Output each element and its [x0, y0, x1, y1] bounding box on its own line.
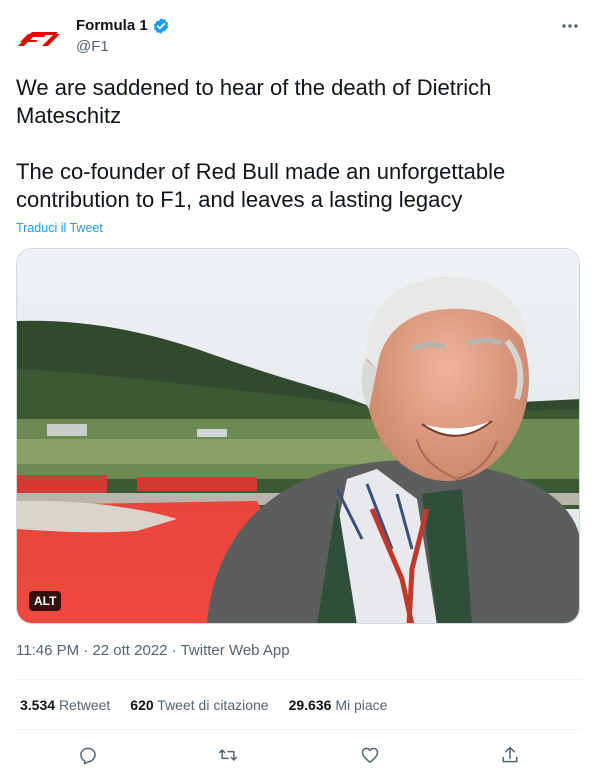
translate-link[interactable]: Traduci il Tweet — [16, 221, 103, 235]
photo-image — [17, 249, 579, 623]
retweet-count[interactable]: 3.534 Retweet — [20, 697, 110, 713]
quote-count[interactable]: 620 Tweet di citazione — [130, 697, 268, 713]
meta-separator: · — [83, 642, 89, 659]
stat-value: 29.636 — [288, 697, 332, 713]
tweet-source[interactable]: Twitter Web App — [181, 642, 290, 659]
share-icon[interactable] — [492, 740, 528, 770]
action-bar — [0, 740, 598, 772]
like-icon[interactable] — [352, 740, 388, 770]
tweet-paragraph: The co-founder of Red Bull made an unfor… — [16, 159, 506, 212]
reply-icon[interactable] — [70, 740, 106, 770]
alt-text-badge[interactable]: ALT — [29, 591, 62, 611]
divider — [16, 729, 582, 730]
tweet-time[interactable]: 11:46 PM — [16, 642, 79, 659]
stat-label: Retweet — [58, 697, 111, 713]
tweet-meta: 11:46 PM · 22 ott 2022 · Twitter Web App — [16, 642, 290, 659]
stat-label: Tweet di citazione — [157, 697, 269, 713]
tweet-photo[interactable]: ALT — [16, 248, 580, 624]
tweet-stats: 3.534 Retweet 620 Tweet di citazione 29.… — [20, 697, 387, 713]
f1-logo[interactable] — [16, 28, 62, 48]
meta-separator: · — [171, 642, 177, 659]
verified-badge-icon — [153, 18, 168, 34]
tweet-paragraph: We are saddened to hear of the death of … — [16, 75, 492, 128]
more-icon[interactable] — [558, 14, 582, 38]
author-handle[interactable]: @F1 — [76, 37, 170, 57]
author-name[interactable]: Formula 1 — [76, 16, 148, 36]
tweet-text: We are saddened to hear of the death of … — [16, 74, 576, 214]
divider — [16, 679, 582, 680]
tweet-date[interactable]: 22 ott 2022 — [92, 642, 167, 659]
stat-value: 620 — [130, 697, 154, 713]
tweet-header: Formula 1 @F1 — [16, 12, 582, 60]
stat-label: Mi piace — [335, 697, 388, 713]
author-block[interactable]: Formula 1 @F1 — [76, 16, 170, 57]
stat-value: 3.534 — [20, 697, 56, 713]
like-count[interactable]: 29.636 Mi piace — [289, 697, 388, 713]
retweet-icon[interactable] — [210, 740, 246, 770]
